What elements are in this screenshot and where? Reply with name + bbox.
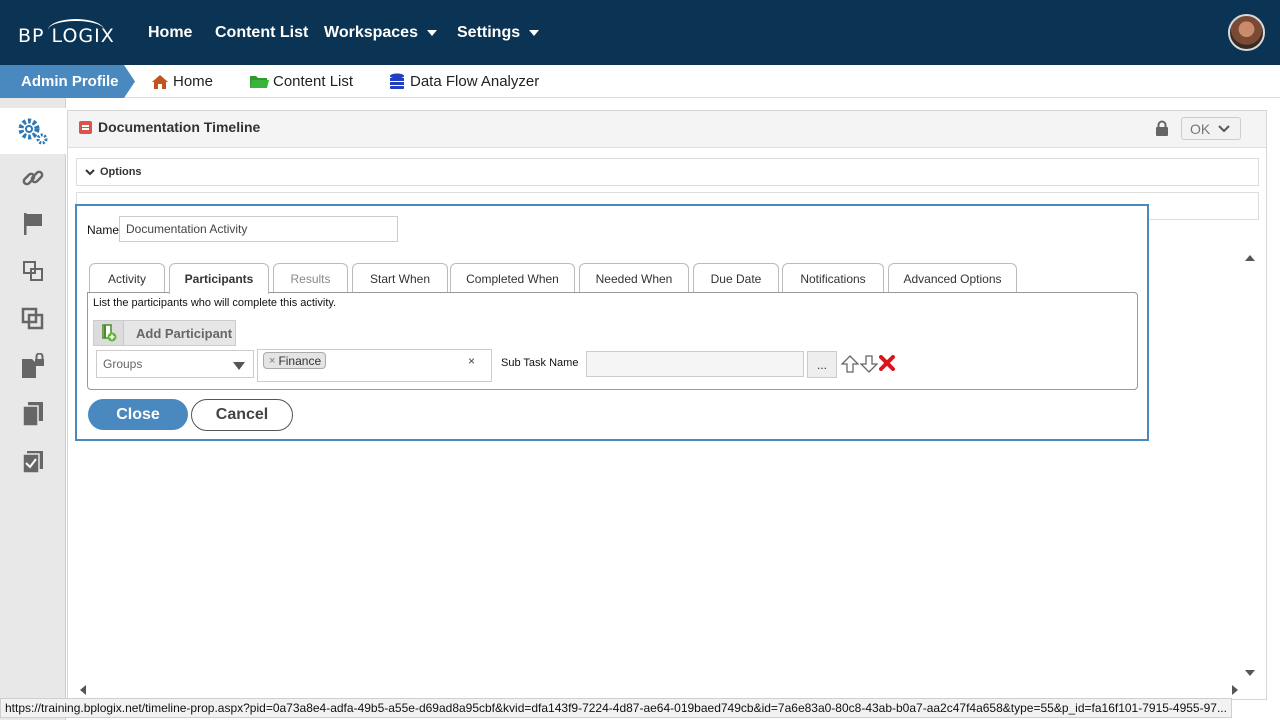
caret-down-icon [529,29,540,36]
user-avatar[interactable] [1228,14,1265,51]
checklist-icon [22,451,43,474]
sidebar-item-links[interactable] [0,155,66,201]
sub-home-link[interactable]: Home [151,65,213,98]
flag-icon [24,213,42,235]
tab-notifications[interactable]: Notifications [782,263,884,293]
clear-tags-icon[interactable]: × [468,354,475,368]
options-section-toggle[interactable]: Options [76,158,1259,186]
nav-workspaces-label: Workspaces [324,23,418,41]
sidebar-item-copy[interactable] [0,296,66,342]
copy-icon [21,307,44,330]
activity-dialog: Name Activity Participants Results Start… [75,204,1149,441]
sub-data-flow-label: Data Flow Analyzer [410,73,540,90]
nav-home[interactable]: Home [148,0,192,65]
folder-icon [250,76,269,88]
scroll-left-icon[interactable] [80,685,86,695]
scroll-right-icon[interactable] [1232,685,1238,695]
status-bar-url: https://training.bplogix.net/timeline-pr… [0,698,1232,718]
nav-content-list[interactable]: Content List [215,0,308,65]
panel-header: Documentation Timeline OK [68,111,1266,148]
documents-icon [22,402,43,427]
sidebar-item-flags[interactable] [0,201,66,247]
sidebar-item-settings[interactable] [0,108,66,154]
name-field[interactable] [119,216,398,242]
sidebar-item-locked-docs[interactable] [0,343,66,389]
close-button[interactable]: Close [88,399,188,430]
layers-icon [23,261,43,281]
participant-tag: × Finance [263,352,327,369]
tag-remove-icon[interactable]: × [269,355,275,367]
browse-button[interactable]: ... [807,351,837,378]
participants-panel: List the participants who will complete … [87,292,1138,390]
ok-label: OK [1190,120,1211,137]
nav-content-list-label: Content List [215,23,309,41]
chevron-down-icon [85,168,95,175]
gears-icon [18,118,48,145]
tab-results[interactable]: Results [273,263,348,293]
top-navbar: BP LOGIX Home Content List Workspaces Se… [0,0,1280,65]
sub-content-list-label: Content List [273,73,354,90]
add-participant-icon [94,321,124,345]
participant-type-select[interactable]: Groups [96,350,254,378]
lock-icon[interactable] [1155,120,1169,137]
cancel-button[interactable]: Cancel [191,399,293,431]
name-label: Name [87,223,120,237]
sub-home-label: Home [173,73,214,90]
options-label: Options [100,166,142,178]
nav-settings-label: Settings [457,23,521,41]
move-up-icon[interactable] [841,355,859,373]
tab-start-when[interactable]: Start When [352,263,448,293]
scroll-up-icon[interactable] [1245,255,1255,261]
chevron-down-icon [1218,124,1230,132]
logo-text: BP LOGIX [18,25,115,47]
page-title: Documentation Timeline [98,119,261,135]
scroll-down-icon[interactable] [1245,670,1255,676]
move-down-icon[interactable] [860,355,878,373]
tab-advanced-options[interactable]: Advanced Options [888,263,1017,293]
sub-data-flow-link[interactable]: Data Flow Analyzer [388,65,539,98]
secondary-bar: Admin Profile Home Content List Data Flo… [0,65,1280,98]
timeline-doc-icon [79,121,92,134]
sidebar-item-checklist[interactable] [0,439,66,485]
admin-profile-tab[interactable]: Admin Profile [0,65,135,98]
database-icon [390,73,404,89]
participants-tag-input[interactable]: × Finance × [257,349,492,382]
nav-settings[interactable]: Settings [457,0,540,65]
caret-down-icon [426,29,437,36]
sidebar-item-layers[interactable] [0,248,66,294]
home-icon [152,74,168,89]
tab-participants[interactable]: Participants [169,263,269,294]
tab-completed-when[interactable]: Completed When [450,263,575,293]
participant-type-value: Groups [103,357,143,371]
add-participant-button[interactable]: Add Participant [93,320,236,346]
subtask-name-field[interactable] [586,351,804,377]
admin-profile-label: Admin Profile [21,73,119,90]
nav-workspaces[interactable]: Workspaces [324,0,437,65]
locked-doc-icon [22,353,44,378]
participant-tag-label: Finance [278,353,322,368]
vertical-scrollbar[interactable] [1242,250,1258,680]
tab-due-date[interactable]: Due Date [693,263,779,293]
add-participant-label: Add Participant [136,325,233,341]
dropdown-arrow-icon [233,362,245,370]
participants-description: List the participants who will complete … [93,297,337,309]
sidebar-item-documents[interactable] [0,391,66,437]
tab-activity[interactable]: Activity [89,263,165,293]
tab-needed-when[interactable]: Needed When [579,263,689,293]
sub-content-list-link[interactable]: Content List [249,65,353,98]
subtask-label: Sub Task Name [501,357,579,369]
link-icon [22,170,44,186]
ok-dropdown-button[interactable]: OK [1181,117,1241,140]
left-sidebar [0,98,66,720]
delete-icon[interactable] [879,355,895,371]
nav-home-label: Home [148,23,193,41]
